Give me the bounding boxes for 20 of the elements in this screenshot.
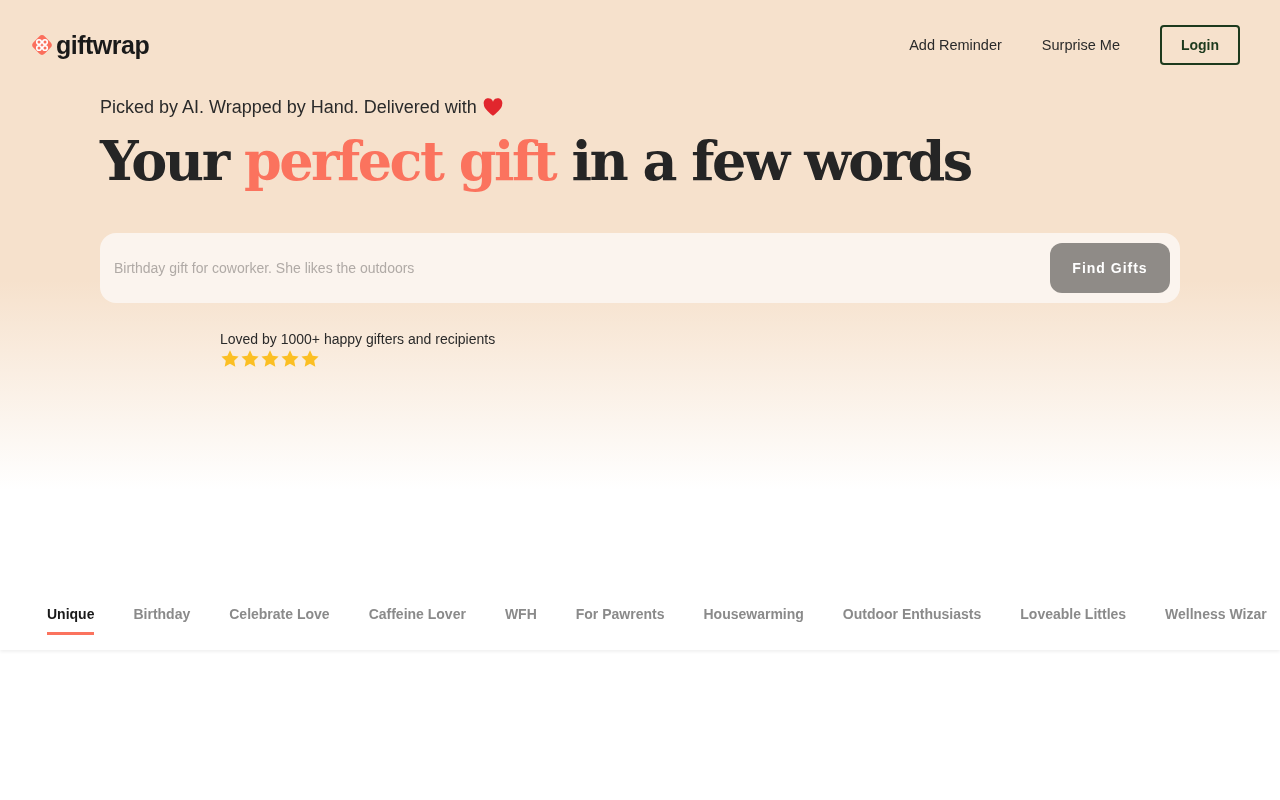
logo-wordmark[interactable]: giftwrap <box>56 30 150 60</box>
login-button[interactable]: Login <box>1160 25 1240 65</box>
category-tab[interactable]: Wellness Wizar <box>1165 595 1267 635</box>
category-tab[interactable]: WFH <box>504 595 537 635</box>
category-tab[interactable]: Unique <box>47 595 95 635</box>
nav-link[interactable]: Surprise Me <box>1041 37 1120 53</box>
category-tab[interactable]: Celebrate Love <box>229 595 330 635</box>
tagline: Picked by AI. Wrapped by Hand. Delivered with <box>100 97 477 118</box>
find-gifts-button[interactable]: Find Gifts <box>1050 243 1170 294</box>
category-tab[interactable]: Housewarming <box>703 595 804 635</box>
category-tab[interactable]: Birthday <box>133 595 191 635</box>
search-field[interactable]: Birthday gift for coworker. She likes the outdoors Find Gifts <box>100 233 1180 304</box>
category-tab[interactable]: For Pawrents <box>575 595 665 635</box>
category-tab[interactable]: Loveable Littles <box>1020 595 1127 635</box>
nav-link[interactable]: Add Reminder <box>909 37 1002 53</box>
category-tab[interactable]: Outdoor Enthusiasts <box>842 595 982 635</box>
rating-text: Loved by 1000+ happy gifters and recipients <box>220 331 496 348</box>
headline: Your perfect gift in a few words <box>100 132 972 192</box>
heart-icon <box>482 98 503 117</box>
category-tab[interactable]: Caffeine Lover <box>368 595 466 635</box>
